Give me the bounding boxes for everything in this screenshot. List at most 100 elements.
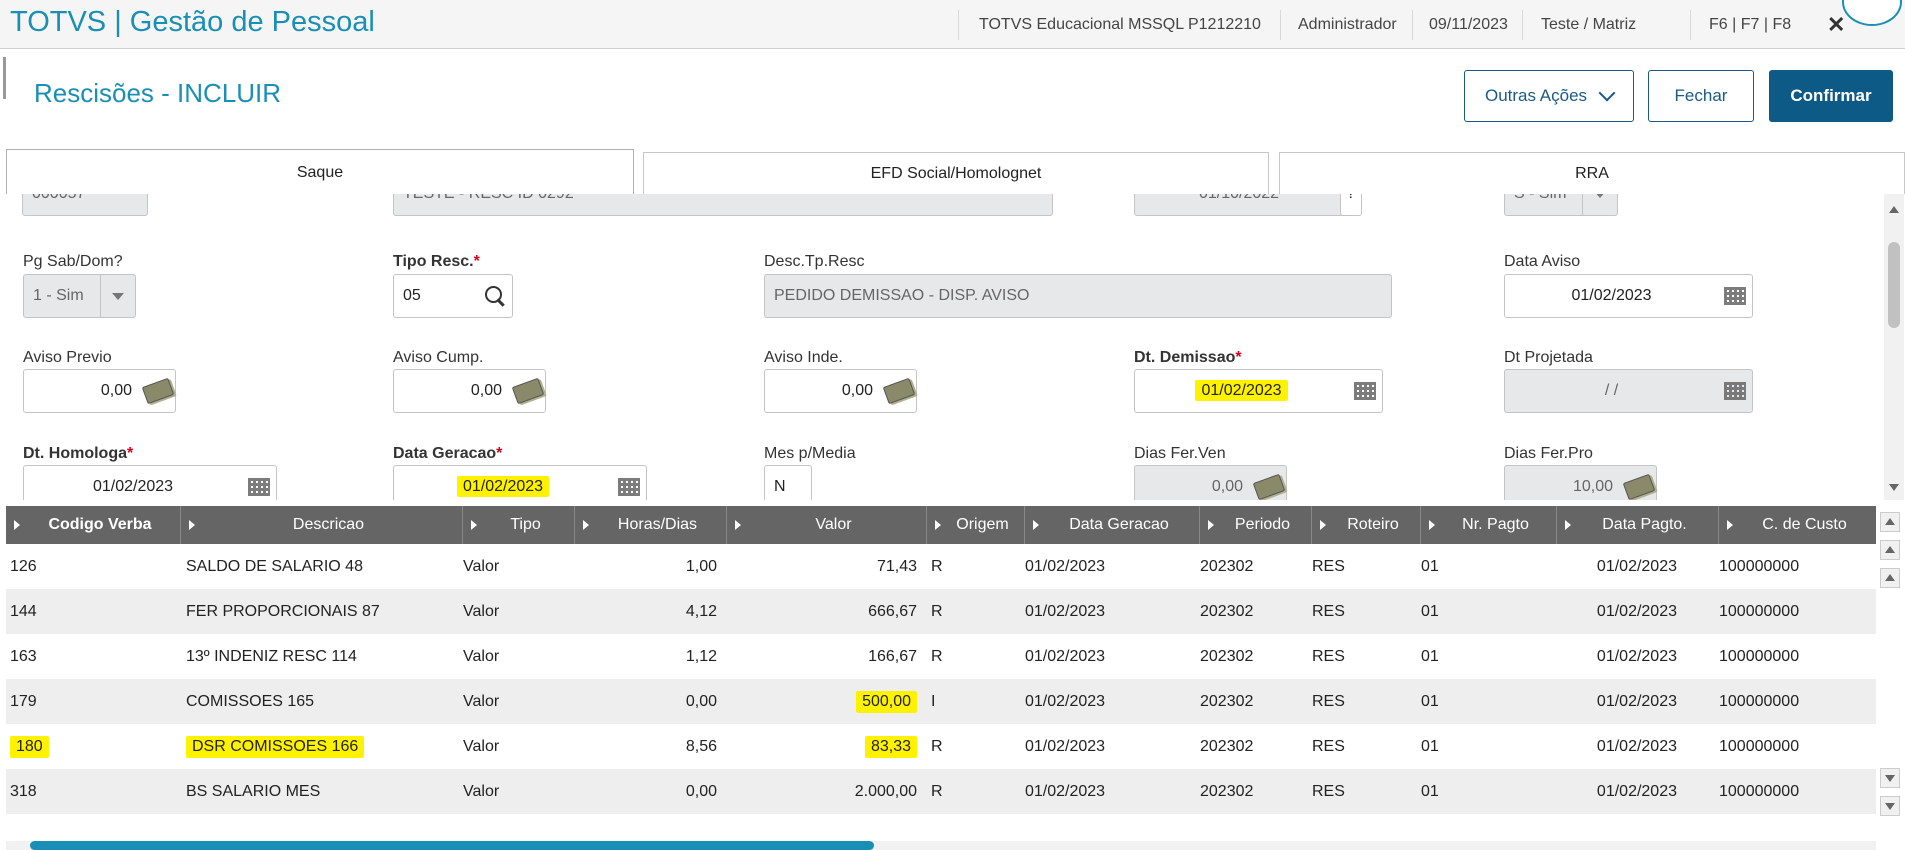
table-row[interactable]: 126 SALDO DE SALARIO 48 Valor 1,00 71,43 R 01/… [6,544,1876,589]
chevron-down-icon [1598,84,1616,102]
grid-hscroll-thumb[interactable] [30,841,874,850]
desc-tp-resc-field[interactable]: PEDIDO DEMISSAO - DISP. AVISO [764,274,1392,318]
cell-origem: I [931,679,1021,724]
aviso-previo-input[interactable]: 0,00 [23,369,176,413]
cell-nr-pagto: 01 [1421,679,1551,724]
scroll-top-button[interactable] [1880,512,1900,532]
table-row[interactable]: 163 13º INDENIZ RESC 114 Valor 1,12 166,67 R 0… [6,634,1876,679]
data-aviso-input[interactable]: 01/02/2023 [1504,274,1753,318]
shortcuts-label[interactable]: F6 | F7 | F8 [1709,16,1791,34]
table-row[interactable]: 180 DSR COMISSOES 166 Valor 8,56 83,33 R 01/02… [6,724,1876,769]
cell-value: 01/02/2023 [1025,602,1106,620]
cell-descricao: 13º INDENIZ RESC 114 [186,634,456,679]
nome-field[interactable]: TESTE - RESC ID 0292 [393,194,1053,216]
cell-value: 01/02/2023 [1596,692,1677,710]
cell-origem: R [931,634,1021,679]
column-header-roteiro[interactable]: Roteiro [1312,506,1421,544]
scroll-up-icon[interactable] [1889,206,1899,213]
cell-tipo: Valor [463,679,573,724]
column-header-periodo[interactable]: Periodo [1200,506,1312,544]
dias-fer-ven-label: Dias Fer.Ven [1134,445,1226,462]
matricula-field[interactable]: 000057 [22,194,148,216]
calendar-icon[interactable] [1718,275,1752,317]
aviso-inde-input[interactable]: 0,00 [764,369,917,413]
calendar-icon[interactable] [242,466,276,500]
scroll-down-icon[interactable] [1889,484,1899,491]
form-scrollbar[interactable] [1884,194,1904,500]
column-header-nr-pagto[interactable]: Nr. Pagto [1421,506,1557,544]
aviso-inde-label: Aviso Inde. [764,349,843,366]
calendar-icon[interactable] [1718,370,1752,412]
data-admissao-field[interactable]: 01/10/2022 [1134,194,1344,216]
column-header-tipo[interactable]: Tipo [463,506,575,544]
date-label[interactable]: 09/11/2023 [1429,16,1508,34]
user-label[interactable]: Administrador [1298,16,1397,34]
scroll-thumb[interactable] [1888,242,1900,328]
aviso-cump-input[interactable]: 0,00 [393,369,546,413]
dt-demissao-input[interactable]: 01/02/2023 [1134,369,1383,413]
calendar-icon[interactable] [1348,370,1382,412]
tab-saque[interactable]: Saque [6,149,634,195]
money-icon[interactable] [511,370,545,412]
cell-codigo-verba: 126 [10,544,180,589]
branch-label[interactable]: Teste / Matriz [1541,16,1636,34]
pg-sab-dom-select[interactable]: 1 - Sim [23,274,136,318]
money-icon[interactable] [882,370,916,412]
tab-efd-social[interactable]: EFD Social/Homolognet [643,152,1269,194]
money-icon[interactable] [1622,466,1656,500]
column-header-descricao[interactable]: Descricao [181,506,463,544]
column-header-c-custo[interactable]: C. de Custo [1719,506,1876,544]
cell-data-geracao: 01/02/2023 [1025,769,1195,814]
tab-rra[interactable]: RRA [1279,152,1905,194]
column-header-origem[interactable]: Origem [927,506,1025,544]
cell-value: 202302 [1200,782,1254,800]
money-icon[interactable] [1252,466,1286,500]
mes-media-input[interactable]: N [764,465,812,500]
table-row[interactable]: 318 BS SALARIO MES Valor 0,00 2.000,00 R 01/02… [6,769,1876,814]
environment-label[interactable]: TOTVS Educacional MSSQL P1212210 [979,16,1261,34]
cell-data-pagto: 01/02/2023 [1557,769,1677,814]
column-header-data-pagto[interactable]: Data Pagto. [1557,506,1719,544]
other-actions-button[interactable]: Outras Ações [1464,70,1634,122]
cell-value: 100000000 [1719,602,1800,620]
data-geracao-input[interactable]: 01/02/2023 [393,465,647,500]
cell-codigo-verba: 180 [10,724,180,769]
combo-field[interactable]: S - Sim [1504,194,1618,216]
table-row[interactable]: 144 FER PROPORCIONAIS 87 Valor 4,12 666,67 R 0… [6,589,1876,634]
cell-value: 202302 [1200,737,1254,755]
cell-periodo: 202302 [1200,679,1310,724]
chevron-down-icon[interactable] [1582,194,1617,215]
table-row[interactable]: 179 COMISSOES 165 Valor 0,00 500,00 I 01/02/20… [6,679,1876,724]
dt-homologa-input[interactable]: 01/02/2023 [23,465,277,500]
cell-value: Valor [463,737,500,755]
grid-scrollbar[interactable] [1876,506,1904,841]
column-header-data-geracao[interactable]: Data Geracao [1025,506,1200,544]
cell-nr-pagto: 01 [1421,769,1551,814]
cell-value: R [931,557,943,575]
cell-data-pagto: 01/02/2023 [1557,679,1677,724]
column-header-valor[interactable]: Valor [727,506,927,544]
cell-value: COMISSOES 165 [186,692,315,710]
scroll-up-button[interactable] [1880,568,1900,588]
cell-data-geracao: 01/02/2023 [1025,724,1195,769]
close-icon[interactable]: ✕ [1827,12,1845,38]
dt-projetada-input[interactable]: / / [1504,369,1753,413]
close-button[interactable]: Fechar [1648,70,1754,122]
money-icon[interactable] [141,370,175,412]
column-header-horas-dias[interactable]: Horas/Dias [575,506,727,544]
help-button[interactable]: ? [1340,194,1362,216]
dias-fer-pro-input[interactable]: 10,00 [1504,465,1657,500]
scroll-page-down-button[interactable] [1880,796,1900,816]
scroll-page-up-button[interactable] [1880,540,1900,560]
column-header-codigo-verba[interactable]: Codigo Verba [6,506,181,544]
tipo-resc-input[interactable]: 05 [393,274,513,318]
cell-value: 01 [1421,737,1439,755]
confirm-button[interactable]: Confirmar [1769,70,1893,122]
scroll-down-button[interactable] [1880,768,1900,788]
divider [1412,10,1413,40]
dias-fer-ven-input[interactable]: 0,00 [1134,465,1287,500]
cell-value: 01 [1421,647,1439,665]
calendar-icon[interactable] [612,466,646,500]
search-icon[interactable] [478,275,512,317]
cell-origem: R [931,544,1021,589]
